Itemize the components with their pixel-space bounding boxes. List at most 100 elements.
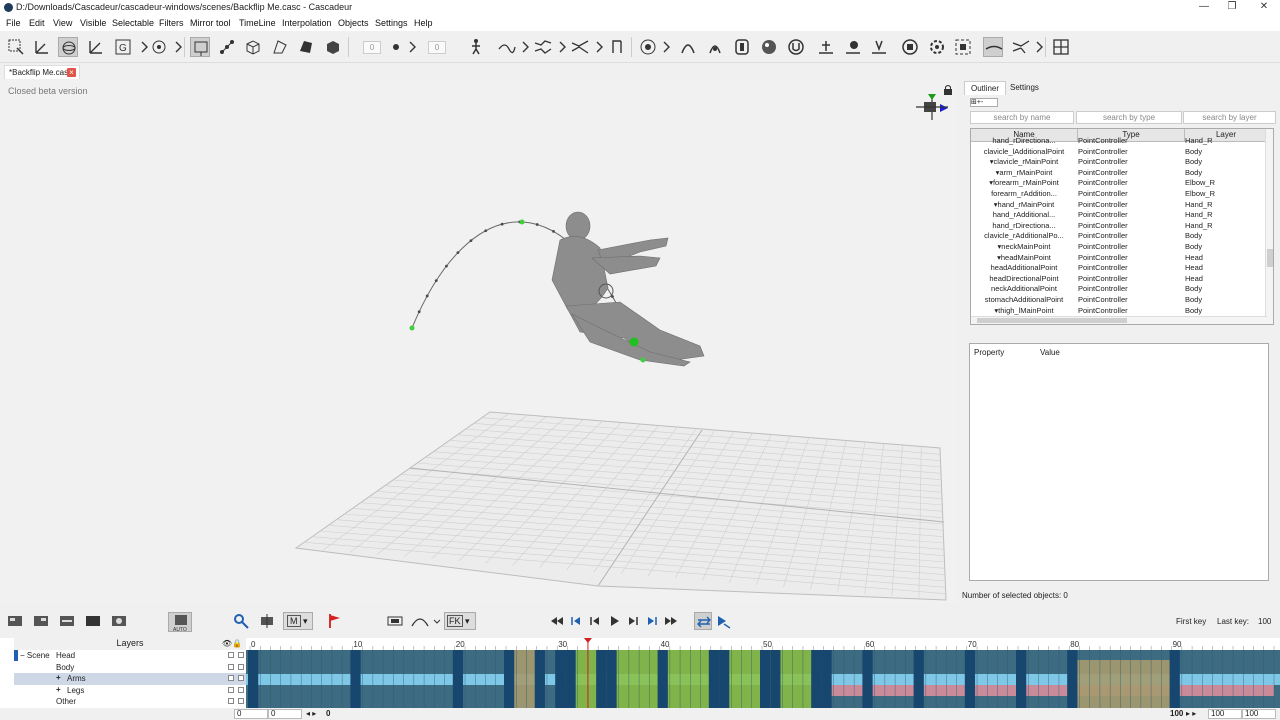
joints-icon[interactable]: [217, 37, 237, 57]
key-icon[interactable]: [232, 612, 250, 630]
layer-settings-icon[interactable]: [110, 612, 128, 630]
layer-row-other[interactable]: Other: [14, 696, 246, 708]
spin-b-input[interactable]: 0: [428, 41, 446, 54]
menu-view[interactable]: View: [53, 18, 72, 28]
chevron-right-icon-8[interactable]: [1029, 37, 1049, 57]
timeline-keyframes[interactable]: 0 10 20 30 40 50 60 70 80 90: [246, 638, 1280, 708]
character-icon[interactable]: [466, 37, 486, 57]
shaded-icon[interactable]: [323, 37, 343, 57]
menu-settings[interactable]: Settings: [375, 18, 408, 28]
point-select-icon[interactable]: [190, 37, 210, 57]
outliner-row[interactable]: hand_rAdditional... PointController Hand_R: [971, 210, 1267, 221]
pin-icon[interactable]: [843, 37, 863, 57]
close-tab-icon[interactable]: ×: [67, 68, 76, 77]
grid-icon[interactable]: [1051, 37, 1071, 57]
expand-icon[interactable]: +: [56, 673, 61, 682]
outliner-row[interactable]: clavicle_lAdditionalPoint PointController…: [971, 147, 1267, 158]
interpolation-icon[interactable]: [533, 37, 553, 57]
outliner-row[interactable]: headAdditionalPoint PointController Head: [971, 263, 1267, 274]
outliner-row[interactable]: headDirectionalPoint PointController Head: [971, 274, 1267, 285]
search-by-layer-input[interactable]: search by layer: [1183, 111, 1276, 124]
search-by-type-input[interactable]: search by type: [1076, 111, 1182, 124]
menu-help[interactable]: Help: [414, 18, 433, 28]
box-icon[interactable]: [243, 37, 263, 57]
select-tool-icon[interactable]: [6, 37, 26, 57]
outliner-row[interactable]: hand_rDirectiona... PointController Hand_R: [971, 221, 1267, 232]
menu-file[interactable]: File: [6, 18, 21, 28]
menu-timeline[interactable]: TimeLine: [239, 18, 276, 28]
outliner-tree[interactable]: Name Type Layer hand_rDirectiona... Point…: [970, 128, 1274, 325]
rewind-icon[interactable]: [548, 612, 566, 630]
fulcrum-icon[interactable]: [732, 37, 752, 57]
chevron-right-icon-2[interactable]: [168, 37, 188, 57]
outliner-row[interactable]: ▾forearm_rMainPoint PointController Elbow_…: [971, 178, 1267, 189]
layer-folder-icon[interactable]: [84, 612, 102, 630]
prev-key-icon[interactable]: [567, 612, 585, 630]
layer-lock-checkbox[interactable]: [238, 675, 244, 681]
next-key-icon[interactable]: [643, 612, 661, 630]
end-frame-input-2[interactable]: 100: [1242, 709, 1276, 719]
outliner-filter-buttons[interactable]: ⊞+-: [970, 98, 998, 107]
range-arrows-icon[interactable]: ◂ ▸: [306, 709, 316, 718]
spin-a-input[interactable]: 0: [363, 41, 381, 54]
move-tool-icon[interactable]: [32, 37, 52, 57]
end-arrows-icon[interactable]: ▸ ▸: [1186, 709, 1196, 718]
outliner-horizontal-scrollbar[interactable]: [971, 316, 1267, 324]
layer-add-icon[interactable]: [6, 612, 24, 630]
scene-canvas[interactable]: [0, 80, 958, 603]
timeline-track[interactable]: 0 10 20 30 40 50 60 70 80 90: [246, 638, 1280, 708]
play-interval-icon[interactable]: [714, 612, 732, 630]
layer-row-arms[interactable]: + Arms: [14, 673, 246, 685]
ground-icon[interactable]: [816, 37, 836, 57]
chevron-right-icon-5[interactable]: [552, 37, 572, 57]
autophysics-icon[interactable]: [759, 37, 779, 57]
menu-mirror-tool[interactable]: Mirror tool: [190, 18, 231, 28]
layer-visible-checkbox[interactable]: [228, 698, 234, 704]
start-frame-input-2[interactable]: 0: [268, 709, 302, 719]
outliner-row[interactable]: ▾hand_rMainPoint PointController Hand_R: [971, 200, 1267, 211]
visibility-lock-icon[interactable]: 👁🔒: [222, 639, 242, 648]
menu-filters[interactable]: Filters: [159, 18, 184, 28]
magnet-icon[interactable]: [786, 37, 806, 57]
chevron-right-icon-7[interactable]: [656, 37, 676, 57]
frame-icon[interactable]: [953, 37, 973, 57]
interval-icon[interactable]: [258, 612, 276, 630]
layer-row-body[interactable]: Body: [14, 662, 246, 674]
chevron-right-icon-6[interactable]: [589, 37, 609, 57]
menu-selectable[interactable]: Selectable: [112, 18, 154, 28]
fit-view-icon[interactable]: [386, 612, 404, 630]
layer-visible-checkbox[interactable]: [228, 686, 234, 693]
splines-icon[interactable]: [1011, 37, 1031, 57]
solid-mesh-icon[interactable]: [296, 37, 316, 57]
balance-icon[interactable]: [705, 37, 725, 57]
play-icon[interactable]: [605, 612, 623, 630]
layer-row-legs[interactable]: + Legs: [14, 685, 246, 697]
maximize-button[interactable]: ❐: [1216, 0, 1248, 15]
trajectory-icon[interactable]: [570, 37, 590, 57]
menu-edit[interactable]: Edit: [29, 18, 45, 28]
layer-merge-icon[interactable]: [58, 612, 76, 630]
loop-icon[interactable]: [694, 612, 712, 630]
layer-visible-checkbox[interactable]: [228, 675, 234, 681]
gear-icon[interactable]: [927, 37, 947, 57]
menu-objects[interactable]: Objects: [338, 18, 369, 28]
outliner-row[interactable]: ▾clavicle_rMainPoint PointController Body: [971, 157, 1267, 168]
close-window-button[interactable]: ✕: [1248, 0, 1280, 15]
tangent-dropdown[interactable]: [410, 612, 442, 630]
outliner-row[interactable]: ▾thigh_lMainPoint PointController Body: [971, 306, 1267, 317]
next-frame-icon[interactable]: [624, 612, 642, 630]
pivot-icon[interactable]: [149, 37, 169, 57]
outliner-row[interactable]: ▾headMainPoint PointController Head: [971, 253, 1267, 264]
layer-duplicate-icon[interactable]: [32, 612, 50, 630]
outliner-row[interactable]: ▾neckMainPoint PointController Body: [971, 242, 1267, 253]
global-local-icon[interactable]: G: [113, 37, 133, 57]
auto-key-button[interactable]: AUTO: [168, 612, 192, 633]
3d-viewport[interactable]: Closed beta version: [0, 80, 958, 603]
menu-interpolation[interactable]: Interpolation: [282, 18, 332, 28]
tab-outliner[interactable]: Outliner: [964, 81, 1007, 95]
outliner-row[interactable]: stomachAdditionalPoint PointController Bod…: [971, 295, 1267, 306]
mode-dropdown[interactable]: M ▾: [283, 612, 313, 630]
rotate-tool-icon[interactable]: [58, 37, 78, 57]
layer-lock-checkbox[interactable]: [238, 686, 244, 693]
target-icon[interactable]: [900, 37, 920, 57]
